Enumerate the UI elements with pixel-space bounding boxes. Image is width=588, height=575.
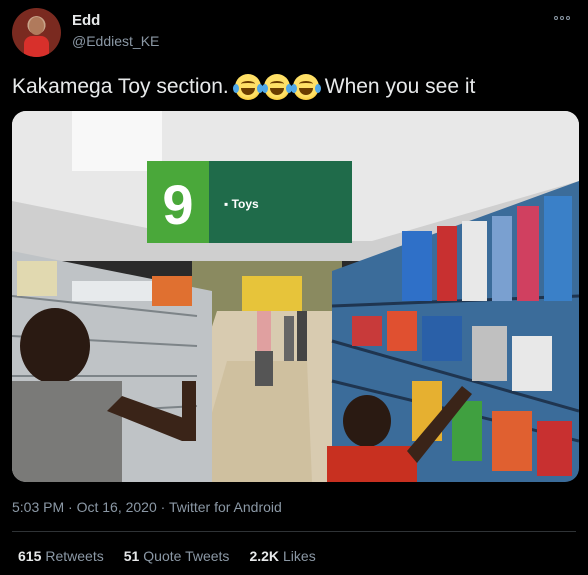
quote-tweets-stat[interactable]: 51 Quote Tweets bbox=[124, 548, 230, 564]
sign-number: 9 bbox=[162, 173, 193, 236]
tweet-text: Kakamega Toy section. When you see it bbox=[12, 74, 475, 100]
user-avatar[interactable] bbox=[12, 8, 61, 57]
tweet-text-tail: When you see it bbox=[324, 75, 476, 98]
tweet-stats: 615 Retweets 51 Quote Tweets 2.2K Likes bbox=[18, 548, 316, 564]
divider bbox=[12, 531, 576, 532]
meta-separator: · bbox=[160, 499, 169, 515]
face-with-tears-of-joy-icon bbox=[232, 74, 263, 100]
tweet-source[interactable]: Twitter for Android bbox=[169, 499, 282, 515]
retweets-stat[interactable]: 615 Retweets bbox=[18, 548, 104, 564]
face-with-tears-of-joy-icon bbox=[290, 74, 321, 100]
author-display-name[interactable]: Edd bbox=[72, 12, 100, 29]
tweet-meta: 5:03 PM · Oct 16, 2020 · Twitter for And… bbox=[12, 499, 282, 515]
tweet-photo[interactable]: 9 ▪ Toys bbox=[12, 111, 579, 482]
tweet-text-main: Kakamega Toy section. bbox=[12, 75, 229, 98]
store-aisle-photo: 9 ▪ Toys bbox=[12, 111, 579, 482]
tweet-date[interactable]: Oct 16, 2020 bbox=[77, 499, 157, 515]
sign-label: ▪ Toys bbox=[224, 197, 259, 211]
emoji-group bbox=[232, 74, 321, 100]
avatar-face bbox=[29, 17, 44, 35]
meta-separator: · bbox=[68, 499, 77, 515]
author-handle[interactable]: @Eddiest_KE bbox=[72, 33, 159, 49]
tweet-time[interactable]: 5:03 PM bbox=[12, 499, 64, 515]
avatar-shirt bbox=[24, 36, 49, 57]
likes-stat[interactable]: 2.2K Likes bbox=[249, 548, 315, 564]
more-options-icon[interactable] bbox=[554, 14, 572, 22]
face-with-tears-of-joy-icon bbox=[261, 74, 292, 100]
